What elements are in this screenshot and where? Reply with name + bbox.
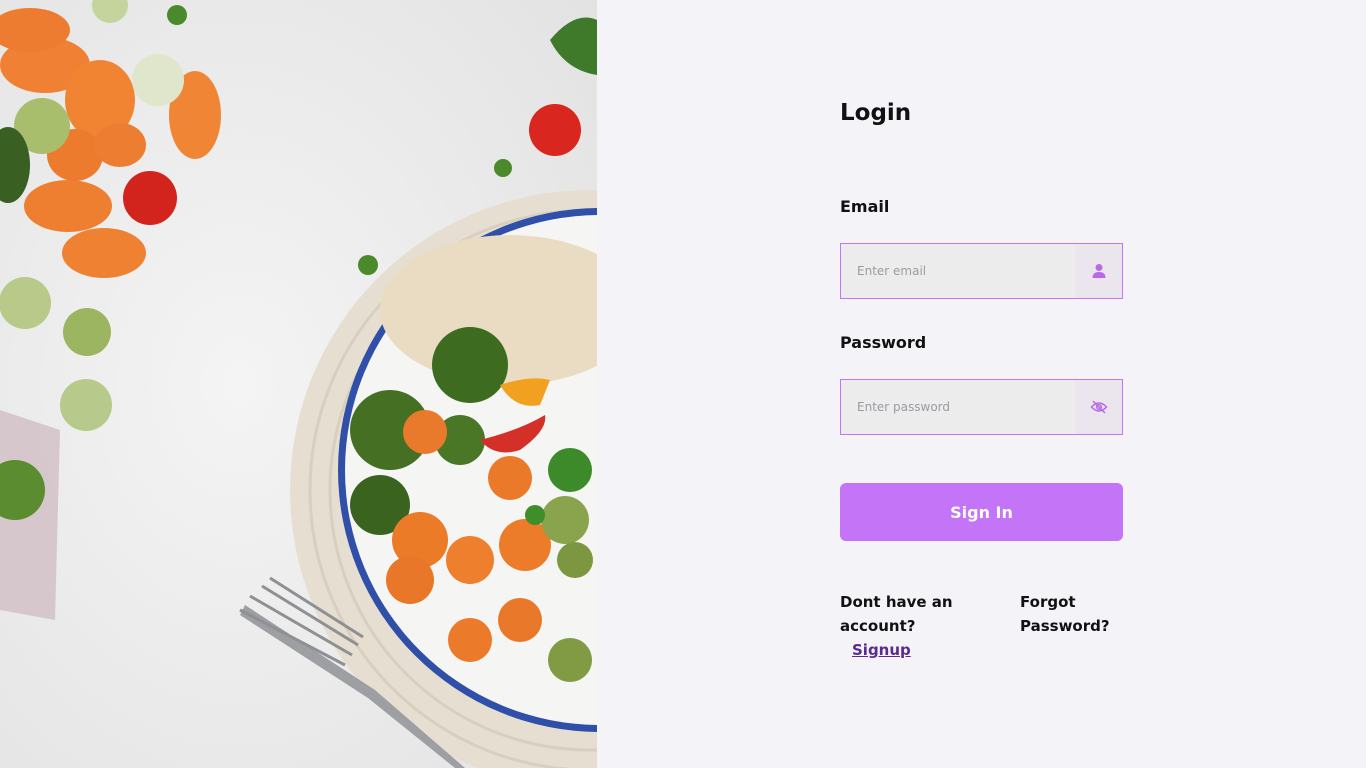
hero-image bbox=[0, 0, 597, 768]
food-photo bbox=[0, 0, 597, 768]
eye-slash-icon[interactable] bbox=[1075, 380, 1122, 434]
user-icon bbox=[1075, 244, 1122, 298]
password-field-container bbox=[840, 379, 1123, 435]
page-title: Login bbox=[840, 100, 912, 126]
sign-in-button[interactable]: Sign In bbox=[840, 483, 1123, 541]
password-label: Password bbox=[840, 333, 927, 352]
signup-link[interactable]: Signup bbox=[852, 641, 911, 659]
password-input[interactable] bbox=[841, 380, 1075, 434]
email-input[interactable] bbox=[841, 244, 1075, 298]
email-field-container bbox=[840, 243, 1123, 299]
login-panel: Login Email Password Sign In Dont have a… bbox=[597, 0, 1366, 768]
signup-prompt: Dont have an account? Signup bbox=[840, 590, 1030, 662]
email-label: Email bbox=[840, 197, 890, 216]
no-account-text: Dont have an account? bbox=[840, 593, 953, 635]
forgot-password-link[interactable]: Forgot Password? bbox=[1020, 590, 1120, 638]
